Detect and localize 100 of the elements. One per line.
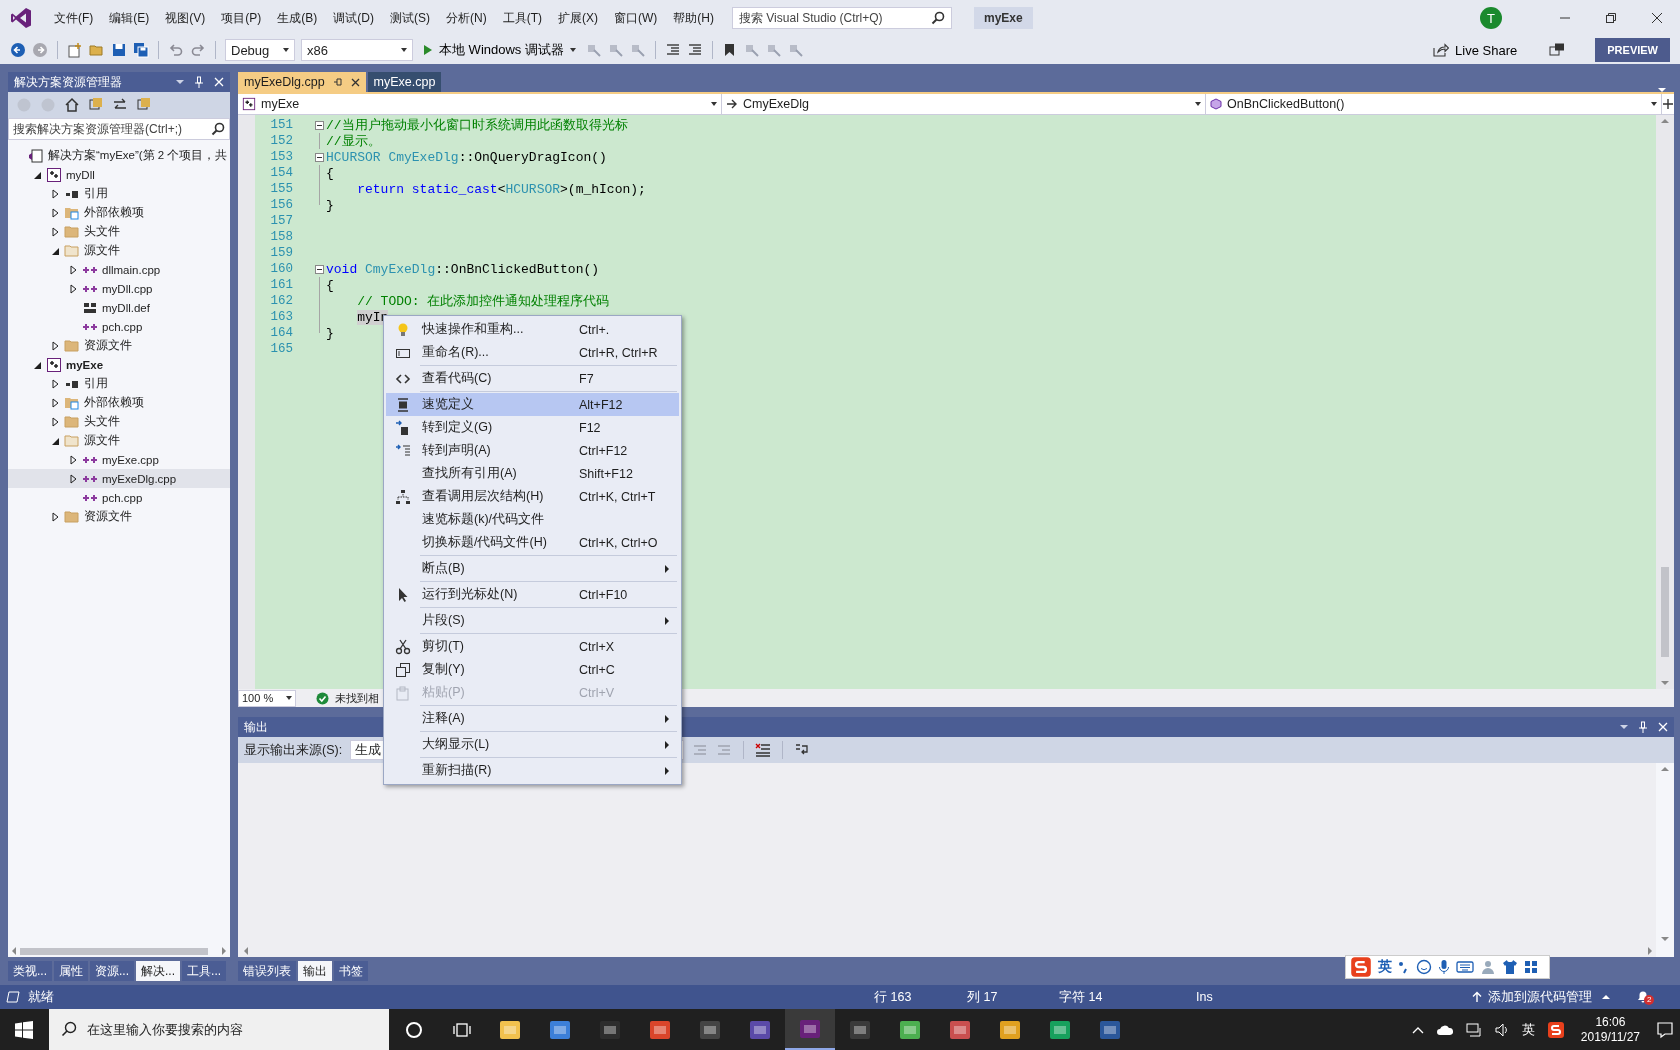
collapsed-arrow-icon[interactable] — [68, 454, 78, 465]
dropdown-icon[interactable] — [176, 80, 184, 84]
tree-item[interactable]: 源文件 — [8, 241, 230, 260]
menu-item[interactable]: 转到定义(G) F12 — [386, 416, 679, 439]
collapse-icon[interactable] — [315, 264, 324, 274]
menu-item[interactable]: 分析(N) — [438, 9, 495, 27]
search-field[interactable]: 搜索解决方案资源管理器(Ctrl+;) — [8, 118, 230, 140]
menu-item[interactable]: 窗口(W) — [606, 9, 666, 27]
pin-icon[interactable] — [332, 77, 343, 87]
collapsed-arrow-icon[interactable] — [50, 378, 60, 389]
tree-item[interactable]: myExe.cpp — [8, 450, 230, 469]
menu-item[interactable]: 大纲显示(L) — [386, 733, 679, 756]
feedback-icon[interactable] — [1549, 42, 1566, 58]
tree-item[interactable]: 外部依赖项 — [8, 393, 230, 412]
tree-item[interactable]: myDll — [8, 165, 230, 184]
live-share-button[interactable]: Live Share — [1427, 41, 1524, 59]
taskbar-search-field[interactable]: 在这里输入你要搜索的内容 — [49, 1009, 389, 1050]
save-all-icon[interactable] — [133, 42, 149, 58]
save-icon[interactable] — [111, 42, 127, 58]
task-view-icon[interactable] — [453, 1020, 471, 1039]
indent-icon[interactable] — [664, 42, 681, 58]
shirt-icon[interactable] — [1502, 959, 1518, 975]
undo-icon[interactable] — [168, 42, 184, 58]
ime-logo-icon[interactable] — [1546, 1020, 1565, 1039]
toolbar-icon[interactable] — [88, 97, 104, 113]
menu-item[interactable]: 查看调用层次结构(H) Ctrl+K, Ctrl+T — [386, 485, 679, 508]
search-field[interactable]: 搜索 Visual Studio (Ctrl+Q) — [732, 7, 952, 29]
panel-tab[interactable]: 书签 — [334, 961, 368, 981]
keyboard-icon[interactable] — [1456, 960, 1474, 974]
tree-item[interactable]: 头文件 — [8, 222, 230, 241]
source-control-button[interactable]: 添加到源代码管理 — [1466, 987, 1616, 1007]
menu-item[interactable]: 片段(S) — [386, 609, 679, 632]
clear-all-icon[interactable] — [755, 742, 772, 758]
tree-item[interactable]: pch.cpp — [8, 317, 230, 336]
ime-mode[interactable]: 英 — [1378, 958, 1392, 976]
close-icon[interactable] — [1651, 12, 1663, 24]
horizontal-scrollbar[interactable] — [238, 945, 1656, 957]
restore-icon[interactable] — [1605, 12, 1617, 24]
grid-icon[interactable] — [1524, 960, 1538, 974]
collapsed-arrow-icon[interactable] — [50, 397, 60, 408]
cloud-icon[interactable] — [1435, 1023, 1454, 1036]
tree-item[interactable]: 引用 — [8, 184, 230, 203]
collapsed-arrow-icon[interactable] — [68, 283, 78, 294]
collapsed-arrow-icon[interactable] — [50, 226, 60, 237]
menu-item[interactable]: 复制(Y) Ctrl+C — [386, 658, 679, 681]
zoom-dropdown[interactable]: 100 % — [238, 689, 296, 707]
account-avatar[interactable]: T — [1480, 7, 1502, 29]
menu-item[interactable]: 重新扫描(R) — [386, 759, 679, 782]
collapsed-arrow-icon[interactable] — [68, 473, 78, 484]
document-tab[interactable]: myExeDlg.cpp — [238, 72, 366, 92]
collapsed-arrow-icon[interactable] — [50, 188, 60, 199]
collapse-icon[interactable] — [315, 120, 324, 130]
windows-start-icon[interactable] — [15, 1020, 33, 1039]
menu-item[interactable]: 调试(D) — [325, 9, 382, 27]
menu-item[interactable]: 剪切(T) Ctrl+X — [386, 635, 679, 658]
tree-item[interactable]: 资源文件 — [8, 336, 230, 355]
menu-item[interactable]: 注释(A) — [386, 707, 679, 730]
menu-item[interactable]: 转到声明(A) Ctrl+F12 — [386, 439, 679, 462]
menu-item[interactable]: 工具(T) — [494, 9, 550, 27]
vertical-scrollbar[interactable] — [1656, 115, 1674, 689]
clock[interactable]: 16:06 2019/11/27 — [1580, 1014, 1640, 1045]
menu-item[interactable]: 查找所有引用(A) Shift+F12 — [386, 462, 679, 485]
network-icon[interactable] — [1465, 1021, 1482, 1038]
tree-item[interactable]: 资源文件 — [8, 507, 230, 526]
collapsed-arrow-icon[interactable] — [50, 340, 60, 351]
tree-item[interactable]: myExeDlg.cpp — [8, 469, 230, 488]
tree-item[interactable]: 头文件 — [8, 412, 230, 431]
menu-item[interactable]: 速览标题(k)/代码文件 — [386, 508, 679, 531]
microphone-icon[interactable] — [1438, 959, 1450, 975]
panel-tab[interactable]: 类视... — [8, 961, 52, 981]
panel-tab[interactable]: 工具... — [182, 961, 227, 981]
tree-item[interactable]: 外部依赖项 — [8, 203, 230, 222]
cortana-icon[interactable] — [405, 1020, 423, 1039]
tree-item[interactable]: myDll.cpp — [8, 279, 230, 298]
navigation-dropdown[interactable]: myExe — [238, 94, 722, 114]
menu-item[interactable]: 文件(F) — [46, 9, 102, 27]
panel-tab[interactable]: 属性 — [54, 961, 88, 981]
tree-item[interactable]: 源文件 — [8, 431, 230, 450]
tree-item[interactable]: dllmain.cpp — [8, 260, 230, 279]
input-language[interactable]: 英 — [1521, 1020, 1535, 1039]
new-item-icon[interactable] — [67, 42, 83, 58]
tree-item[interactable]: myDll.def — [8, 298, 230, 317]
chevron-up-icon[interactable] — [1411, 1025, 1424, 1034]
menu-item[interactable]: 生成(B) — [269, 9, 326, 27]
vertical-scrollbar[interactable] — [1656, 763, 1674, 945]
toolbar-icon[interactable] — [136, 97, 152, 113]
dropdown-icon[interactable] — [1620, 725, 1628, 729]
collapse-icon[interactable] — [315, 152, 324, 162]
menu-item[interactable]: 断点(B) — [386, 557, 679, 580]
collapsed-arrow-icon[interactable] — [50, 416, 60, 427]
tree-item[interactable]: myExe — [8, 355, 230, 374]
menu-item[interactable]: 切换标题/代码文件(H) Ctrl+K, Ctrl+O — [386, 531, 679, 554]
panel-tab[interactable]: 输出 — [298, 961, 332, 981]
split-icon[interactable] — [1662, 98, 1674, 110]
menu-item[interactable]: 重命名(R)... Ctrl+R, Ctrl+R — [386, 341, 679, 364]
back-icon[interactable] — [10, 42, 26, 58]
home-icon[interactable] — [64, 97, 80, 113]
menu-item[interactable]: 项目(P) — [213, 9, 270, 27]
panel-tab[interactable]: 解决... — [136, 961, 181, 981]
menu-item[interactable]: 速览定义 Alt+F12 — [386, 393, 679, 416]
